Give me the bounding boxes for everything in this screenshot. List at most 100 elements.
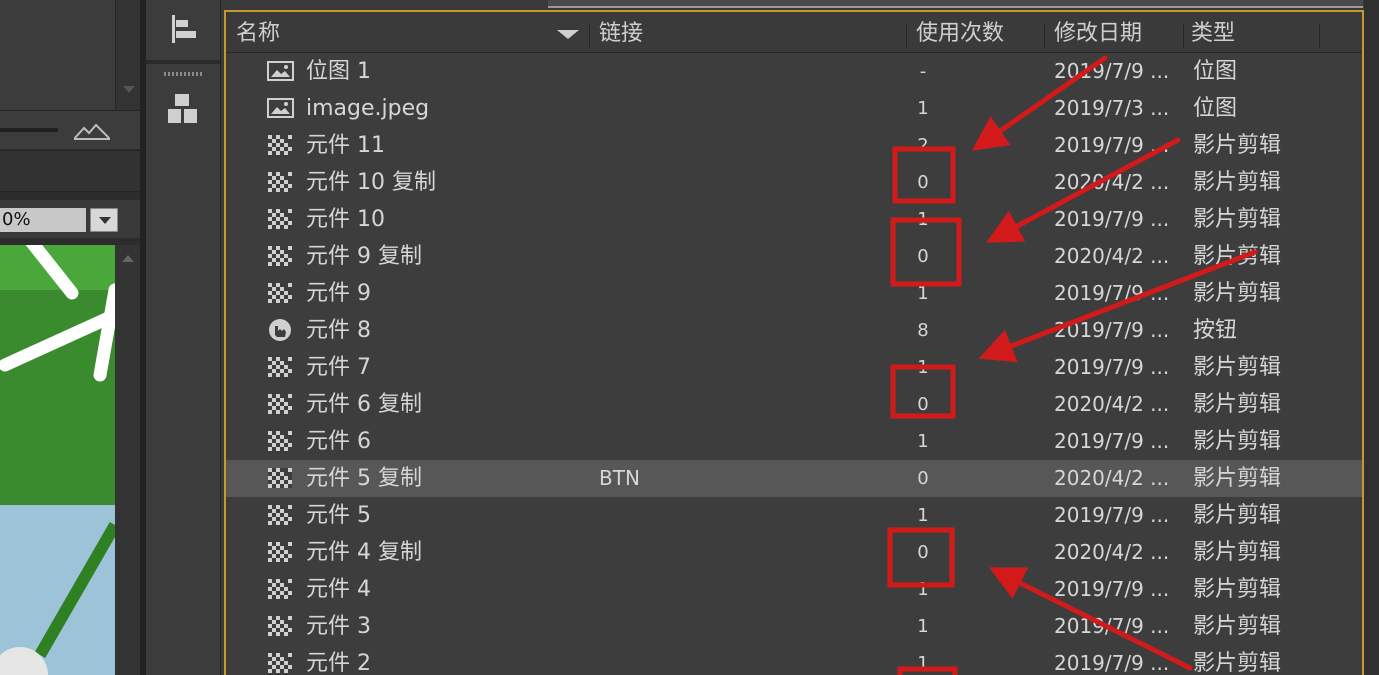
item-date-modified: 2019/7/9 ...	[1054, 651, 1170, 675]
library-row[interactable]: 元件 6 1 2019/7/9 ... 影片剪辑	[226, 423, 1362, 460]
library-row[interactable]: 元件 10 复制 0 2020/4/2 ... 影片剪辑	[226, 164, 1362, 201]
item-name[interactable]: 元件 11	[306, 127, 385, 164]
item-use-count: 1	[917, 579, 929, 600]
panel-grip[interactable]	[164, 72, 202, 76]
library-row[interactable]: 元件 5 1 2019/7/9 ... 影片剪辑	[226, 497, 1362, 534]
movieclip-icon	[266, 354, 296, 380]
library-row[interactable]: 元件 11 2 2019/7/9 ... 影片剪辑	[226, 127, 1362, 164]
column-divider[interactable]	[906, 24, 907, 48]
library-row[interactable]: 元件 9 复制 0 2020/4/2 ... 影片剪辑	[226, 238, 1362, 275]
stage-artwork	[0, 245, 115, 675]
item-type: 影片剪辑	[1193, 577, 1282, 602]
library-header: 名称 链接 使用次数 修改日期 类型	[226, 12, 1362, 53]
timeline-area	[0, 0, 115, 110]
library-row[interactable]: 元件 4 1 2019/7/9 ... 影片剪辑	[226, 571, 1362, 608]
item-name[interactable]: 元件 3	[306, 608, 371, 645]
bitmap-icon	[266, 95, 296, 121]
item-use-count: 1	[917, 431, 929, 452]
movieclip-icon	[266, 428, 296, 454]
item-use-count: 1	[917, 653, 929, 674]
item-type: 影片剪辑	[1193, 207, 1282, 232]
item-date-modified: 2019/7/9 ...	[1054, 59, 1170, 83]
library-row[interactable]: 元件 3 1 2019/7/9 ... 影片剪辑	[226, 608, 1362, 645]
zoom-dropdown-button[interactable]	[90, 208, 118, 232]
item-use-count: 1	[917, 616, 929, 637]
item-name[interactable]: 元件 6	[306, 423, 371, 460]
item-name[interactable]: 元件 4	[306, 571, 371, 608]
library-icon[interactable]	[166, 92, 200, 126]
stage-scrollbar[interactable]	[115, 245, 140, 675]
library-row[interactable]: 元件 9 1 2019/7/9 ... 影片剪辑	[226, 275, 1362, 312]
library-row[interactable]: 元件 2 1 2019/7/9 ... 影片剪辑	[226, 645, 1362, 675]
library-row[interactable]: 元件 4 复制 0 2020/4/2 ... 影片剪辑	[226, 534, 1362, 571]
item-date-modified: 2020/4/2 ...	[1054, 244, 1170, 268]
item-name[interactable]: 元件 2	[306, 645, 371, 675]
movieclip-icon	[266, 206, 296, 232]
bitmap-icon	[266, 58, 296, 84]
library-row[interactable]: image.jpeg 1 2019/7/3 ... 位图	[226, 90, 1362, 127]
item-name[interactable]: image.jpeg	[306, 90, 429, 127]
col-name-header[interactable]: 名称	[236, 12, 280, 56]
tool-separator	[146, 60, 220, 64]
item-name[interactable]: 元件 4 复制	[306, 534, 422, 571]
item-use-count: 1	[917, 209, 929, 230]
library-row[interactable]: 元件 5 复制 BTN 0 2020/4/2 ... 影片剪辑	[226, 460, 1362, 497]
zoom-input[interactable]: 0%	[0, 208, 86, 232]
item-name[interactable]: 元件 7	[306, 349, 371, 386]
item-name[interactable]: 元件 5 复制	[306, 460, 422, 497]
col-linkage-header[interactable]: 链接	[599, 12, 643, 56]
item-type: 影片剪辑	[1193, 614, 1282, 639]
item-type: 位图	[1193, 96, 1238, 121]
column-divider[interactable]	[589, 24, 590, 48]
library-row[interactable]: 元件 10 1 2019/7/9 ... 影片剪辑	[226, 201, 1362, 238]
mountains-icon[interactable]	[74, 123, 110, 141]
movieclip-icon	[266, 169, 296, 195]
movieclip-icon	[266, 650, 296, 675]
library-row[interactable]: 元件 6 复制 0 2020/4/2 ... 影片剪辑	[226, 386, 1362, 423]
item-date-modified: 2019/7/9 ...	[1054, 355, 1170, 379]
item-use-count: 1	[917, 283, 929, 304]
zoom-slider[interactable]	[0, 128, 58, 132]
column-divider[interactable]	[1183, 24, 1184, 48]
item-name[interactable]: 元件 5	[306, 497, 371, 534]
library-row[interactable]: 位图 1 - 2019/7/9 ... 位图	[226, 53, 1362, 90]
stage-panel: 0%	[0, 0, 145, 675]
movieclip-icon	[266, 280, 296, 306]
stage-canvas[interactable]	[0, 245, 115, 675]
library-row[interactable]: 元件 7 1 2019/7/9 ... 影片剪辑	[226, 349, 1362, 386]
movieclip-icon	[266, 502, 296, 528]
item-use-count: 1	[917, 357, 929, 378]
align-icon[interactable]	[170, 14, 198, 44]
library-row[interactable]: 元件 8 8 2019/7/9 ... 按钮	[226, 312, 1362, 349]
item-name[interactable]: 元件 9	[306, 275, 371, 312]
item-use-count: 0	[917, 394, 929, 415]
item-use-count: -	[919, 61, 927, 82]
item-use-count: 8	[917, 320, 929, 341]
zoom-control: 0%	[0, 200, 140, 238]
timeline-zoom-row	[0, 110, 140, 149]
item-date-modified: 2020/4/2 ...	[1054, 170, 1170, 194]
item-date-modified: 2020/4/2 ...	[1054, 466, 1170, 490]
tab-strip	[0, 150, 140, 192]
item-date-modified: 2019/7/9 ...	[1054, 503, 1170, 527]
movieclip-icon	[266, 539, 296, 565]
item-name[interactable]: 元件 9 复制	[306, 238, 422, 275]
scroll-down-icon[interactable]	[123, 86, 135, 93]
scroll-up-icon[interactable]	[122, 255, 134, 262]
item-date-modified: 2019/7/9 ...	[1054, 133, 1170, 157]
sort-descending-icon[interactable]	[557, 30, 579, 39]
item-name[interactable]: 元件 8	[306, 312, 371, 349]
item-type: 影片剪辑	[1193, 244, 1282, 269]
col-use-count-header[interactable]: 使用次数	[916, 12, 1004, 56]
column-divider[interactable]	[1044, 24, 1045, 48]
col-date-modified-header[interactable]: 修改日期	[1054, 12, 1142, 56]
item-type: 影片剪辑	[1193, 651, 1282, 675]
item-name[interactable]: 元件 10	[306, 201, 385, 238]
timeline-scrollbar[interactable]	[115, 0, 141, 110]
item-name[interactable]: 元件 6 复制	[306, 386, 422, 423]
column-divider[interactable]	[1319, 24, 1320, 48]
item-use-count: 0	[917, 542, 929, 563]
item-name[interactable]: 元件 10 复制	[306, 164, 436, 201]
col-type-header[interactable]: 类型	[1191, 12, 1235, 56]
item-name[interactable]: 位图 1	[306, 53, 371, 90]
